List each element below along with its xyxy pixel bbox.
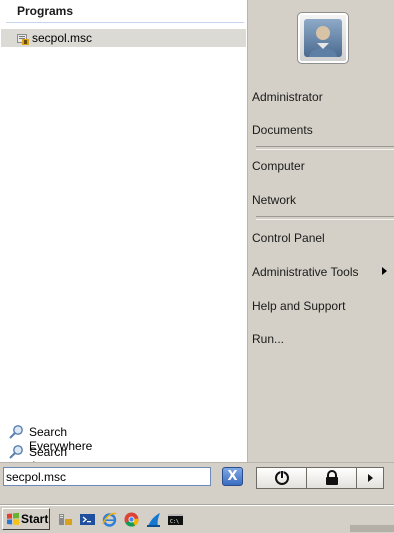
search-icon [9, 425, 23, 439]
menu-item-label: Documents [252, 123, 313, 137]
powershell-icon[interactable] [79, 511, 96, 528]
submenu-arrow-icon [382, 267, 387, 275]
menu-item-label: Network [252, 193, 297, 207]
menu-item-label: Control Panel [252, 231, 325, 245]
menu-item-network[interactable]: Network [248, 189, 394, 211]
search-result-secpol[interactable]: secpol.msc [1, 29, 246, 47]
menu-item-run[interactable]: Run... [248, 328, 394, 350]
menu-item-label: Help and Support [252, 299, 346, 313]
menu-item-control-panel[interactable]: Control Panel [248, 227, 394, 249]
user-avatar-icon [309, 26, 337, 57]
menu-item-label: Administrator [252, 90, 323, 104]
windows-flag-icon [7, 512, 19, 525]
lock-button[interactable] [306, 467, 358, 489]
menu-item-documents[interactable]: Documents [248, 119, 394, 141]
shutdown-button[interactable] [256, 467, 308, 489]
svg-text:C:\: C:\ [170, 519, 179, 525]
menu-item-label: Run... [252, 332, 285, 346]
programs-divider [6, 22, 244, 23]
server-manager-icon[interactable] [57, 511, 74, 528]
menu-item-computer[interactable]: Computer [248, 155, 394, 177]
clear-search-button[interactable]: X [222, 467, 243, 486]
power-icon [275, 471, 289, 485]
start-label: Start [21, 512, 49, 526]
lock-icon [326, 470, 338, 485]
shutdown-options-button[interactable] [356, 467, 384, 489]
menu-item-help-and-support[interactable]: Help and Support [248, 295, 394, 317]
taskbar-gap [0, 497, 394, 505]
menu-item-label: Computer [252, 159, 305, 173]
secpol-app-icon [17, 34, 29, 45]
search-result-label: secpol.msc [32, 31, 93, 45]
menu-item-administrator[interactable]: Administrator [248, 86, 394, 108]
programs-header: Programs [0, 0, 247, 23]
start-search-box[interactable] [3, 467, 211, 486]
arrow-right-icon [368, 474, 373, 482]
menu-separator [256, 216, 394, 220]
programs-title: Programs [17, 4, 74, 18]
user-picture-frame[interactable] [297, 12, 349, 64]
start-menu-left-pane: Programs secpol.msc Search Everywhere Se… [0, 0, 248, 487]
menu-separator [256, 146, 394, 150]
start-menu-right-pane: Administrator Documents Computer Network… [248, 0, 394, 462]
search-icon [9, 445, 23, 459]
clear-search-icon: X [227, 469, 238, 484]
start-search-input[interactable] [6, 469, 206, 484]
user-avatar [304, 19, 342, 57]
taskbar-scroll-area [350, 525, 394, 532]
chrome-icon[interactable] [123, 511, 140, 528]
wireshark-icon[interactable] [145, 511, 162, 528]
cmd-icon[interactable]: C:\ [167, 511, 184, 528]
menu-item-label: Administrative Tools [252, 265, 359, 279]
taskbar: Start C:\ [0, 505, 394, 533]
internet-explorer-icon[interactable] [101, 511, 118, 528]
start-button[interactable]: Start [2, 508, 50, 530]
menu-item-administrative-tools[interactable]: Administrative Tools [248, 261, 394, 283]
